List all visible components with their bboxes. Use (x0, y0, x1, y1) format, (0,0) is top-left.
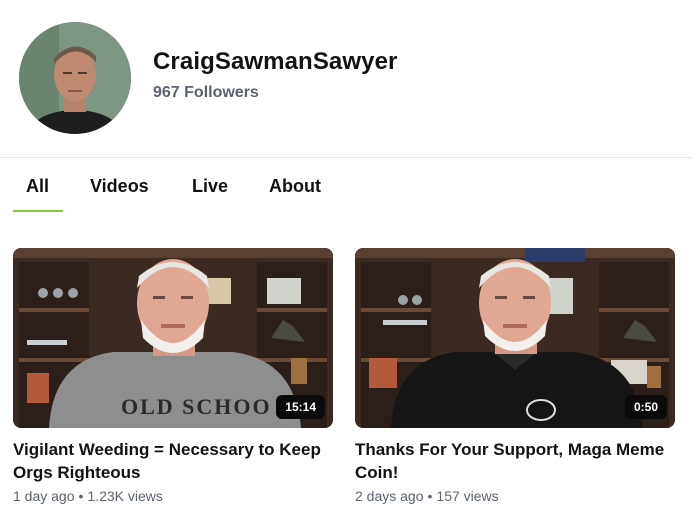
channel-tabs: All Videos Live About (0, 158, 692, 212)
shirt-print: OLD SCHOO (121, 394, 272, 419)
video-title[interactable]: Thanks For Your Support, Maga Meme Coin! (355, 438, 675, 484)
tab-videos[interactable]: Videos (90, 176, 149, 197)
video-card: OLD SCHOO 15:14 Vigilant Weeding = Neces… (13, 248, 333, 504)
tab-about[interactable]: About (269, 176, 321, 197)
video-meta: 1 day ago • 1.23K views (13, 488, 333, 504)
meta-separator: • (78, 488, 84, 504)
video-thumbnail[interactable]: OLD SCHOO 15:14 (13, 248, 333, 428)
video-card: 0:50 Thanks For Your Support, Maga Meme … (355, 248, 675, 504)
channel-name[interactable]: CraigSawmanSawyer (153, 48, 397, 76)
follower-count: 967 Followers (153, 84, 259, 101)
video-views: 1.23K views (87, 488, 163, 504)
video-meta: 2 days ago • 157 views (355, 488, 675, 504)
avatar-image (19, 22, 131, 134)
video-title[interactable]: Vigilant Weeding = Necessary to Keep Org… (13, 438, 333, 484)
video-thumbnail[interactable]: 0:50 (355, 248, 675, 428)
tab-all[interactable]: All (26, 176, 49, 197)
video-duration: 15:14 (276, 395, 325, 419)
video-age: 2 days ago (355, 488, 424, 504)
video-duration: 0:50 (624, 395, 667, 419)
active-tab-indicator (13, 210, 63, 212)
video-age: 1 day ago (13, 488, 75, 504)
meta-separator: • (427, 488, 433, 504)
channel-header: CraigSawmanSawyer 967 Followers (0, 0, 692, 158)
channel-avatar[interactable] (19, 22, 131, 134)
video-views: 157 views (436, 488, 499, 504)
tab-live[interactable]: Live (192, 176, 228, 197)
